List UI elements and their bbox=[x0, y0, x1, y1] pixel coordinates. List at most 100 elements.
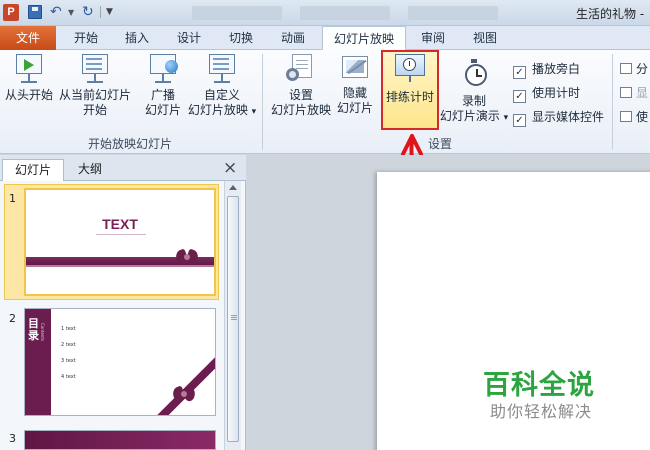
monitors-group-partial: 分 显 使 bbox=[620, 56, 650, 136]
contents-subheading: Contents bbox=[40, 323, 45, 341]
checkbox-use-timings[interactable]: ✓ 使用计时 bbox=[513, 84, 581, 103]
setup-label-line2: 幻灯片放映 bbox=[270, 103, 331, 117]
slide-number: 1 bbox=[9, 192, 16, 205]
show-on-option-partial[interactable]: 显 bbox=[620, 84, 650, 100]
undo-icon[interactable]: ↶ bbox=[50, 5, 62, 20]
group-divider bbox=[612, 54, 613, 150]
checkmark-icon[interactable]: ✓ bbox=[513, 114, 526, 127]
tab-view[interactable]: 视图 bbox=[462, 26, 508, 50]
checkmark-icon[interactable]: ✓ bbox=[513, 90, 526, 103]
watermark-title: 百科全说 bbox=[483, 370, 595, 401]
watermark-subtitle: 助你轻松解决 bbox=[490, 402, 593, 421]
tab-review[interactable]: 审阅 bbox=[410, 26, 456, 50]
hide-label-line1: 隐藏 bbox=[342, 86, 367, 100]
title-underline bbox=[96, 234, 146, 235]
monitor-icon bbox=[620, 63, 632, 74]
hide-label-line2: 幻灯片 bbox=[336, 101, 373, 115]
contents-heading: 目录 bbox=[28, 317, 39, 342]
custom-label-line1: 自定义 bbox=[203, 88, 240, 102]
unchecked-box-icon bbox=[620, 111, 632, 122]
chevron-down-icon[interactable]: ▾ bbox=[504, 113, 509, 123]
checkbox-media-controls-label: 显示媒体控件 bbox=[532, 110, 605, 124]
broadcast-slideshow-button[interactable]: 广播 幻灯片 bbox=[140, 54, 186, 118]
slide-title-text: TEXT bbox=[102, 216, 138, 232]
checkbox-narration[interactable]: ✓ 播放旁白 bbox=[513, 60, 581, 79]
tab-transitions[interactable]: 切换 bbox=[218, 26, 264, 50]
tab-home[interactable]: 开始 bbox=[62, 26, 110, 50]
blurred-window-tab bbox=[408, 6, 498, 20]
from-beginning-label: 从头开始 bbox=[4, 88, 53, 102]
record-slideshow-button[interactable]: 录制 幻灯片演示 ▾ bbox=[438, 54, 510, 126]
chevron-down-icon[interactable]: ▾ bbox=[252, 107, 257, 117]
group-label-start-show: 开始放映幻灯片 bbox=[88, 137, 173, 151]
hide-slide-icon bbox=[340, 54, 370, 82]
slideshow-current-icon bbox=[78, 54, 112, 84]
powerpoint-logo-icon[interactable]: P bbox=[3, 4, 19, 21]
checkbox-media-controls[interactable]: ✓ 显示媒体控件 bbox=[513, 108, 605, 127]
quick-access-divider bbox=[100, 6, 101, 18]
slide-thumbnail-3[interactable] bbox=[24, 430, 216, 450]
tab-insert[interactable]: 插入 bbox=[114, 26, 160, 50]
checkmark-icon[interactable]: ✓ bbox=[513, 66, 526, 79]
monitor-option-partial[interactable]: 分 bbox=[620, 60, 650, 76]
contents-item: 2 text bbox=[61, 342, 76, 348]
tab-slides[interactable]: 幻灯片 bbox=[2, 159, 65, 181]
broadcast-label-line1: 广播 bbox=[150, 88, 175, 102]
slide-thumbnail-2[interactable]: 目录 Contents 1 text 2 text 3 text 4 text bbox=[24, 308, 216, 416]
bow-decoration-icon bbox=[170, 385, 198, 403]
slides-scrollbar[interactable] bbox=[224, 181, 241, 450]
slide-thumbnail-1[interactable]: TEXT bbox=[24, 188, 216, 296]
tab-outline[interactable]: 大纲 bbox=[66, 159, 114, 181]
tab-design[interactable]: 设计 bbox=[166, 26, 212, 50]
from-current-label-line2: 开始 bbox=[82, 103, 107, 117]
contents-sidebar: 目录 Contents bbox=[25, 309, 51, 415]
window-title: 生活的礼物 - bbox=[576, 7, 645, 21]
title-bar: P ↶ ▼ ↻ ▼ 生活的礼物 - bbox=[0, 0, 650, 26]
undo-dropdown-icon[interactable]: ▼ bbox=[68, 5, 74, 20]
close-icon[interactable]: × bbox=[223, 159, 237, 177]
group-divider bbox=[262, 54, 263, 150]
tab-slideshow[interactable]: 幻灯片放映 bbox=[322, 26, 406, 51]
save-icon[interactable] bbox=[28, 5, 42, 19]
scroll-up-icon[interactable] bbox=[229, 185, 237, 190]
blurred-window-tab bbox=[300, 6, 390, 20]
custom-slideshow-button[interactable]: 自定义 幻灯片放映 ▾ bbox=[186, 54, 258, 120]
ribbon: 从头开始 从当前幻灯片 开始 广播 幻灯片 自定义 幻灯片放映 ▾ 开始放映幻灯… bbox=[0, 50, 650, 154]
display-icon bbox=[620, 87, 632, 98]
bow-decoration-icon bbox=[173, 248, 201, 266]
tab-animations[interactable]: 动画 bbox=[270, 26, 316, 50]
from-current-label-line1: 从当前幻灯片 bbox=[58, 88, 131, 102]
group-label-setup: 设置 bbox=[428, 137, 453, 151]
contents-item: 3 text bbox=[61, 358, 76, 364]
ribbon-tab-row: 文件 开始 插入 设计 切换 动画 幻灯片放映 审阅 视图 bbox=[0, 26, 650, 51]
slide-number: 3 bbox=[9, 432, 16, 445]
hide-slide-button[interactable]: 隐藏 幻灯片 bbox=[334, 54, 376, 116]
customize-quick-access-icon[interactable]: ▼ bbox=[106, 5, 113, 20]
tab-file[interactable]: 文件 bbox=[0, 26, 56, 50]
broadcast-globe-icon bbox=[146, 54, 180, 84]
scrollbar-thumb[interactable] bbox=[227, 196, 239, 442]
from-current-slide-button[interactable]: 从当前幻灯片 开始 bbox=[58, 54, 132, 118]
rehearse-label: 排练计时 bbox=[385, 90, 434, 104]
presenter-view-checkbox-partial[interactable]: 使 bbox=[620, 108, 650, 124]
broadcast-label-line2: 幻灯片 bbox=[144, 103, 181, 117]
rehearse-clock-icon bbox=[395, 54, 425, 82]
contents-item: 1 text bbox=[61, 326, 76, 332]
redo-icon[interactable]: ↻ bbox=[82, 5, 94, 20]
custom-label-line2: 幻灯片放映 ▾ bbox=[187, 103, 257, 117]
from-beginning-button[interactable]: 从头开始 bbox=[4, 54, 54, 103]
custom-slideshow-icon bbox=[205, 54, 239, 84]
setup-slideshow-button[interactable]: 设置 幻灯片放映 bbox=[270, 54, 332, 118]
checkbox-use-timings-label: 使用计时 bbox=[532, 86, 581, 100]
record-label-line2: 幻灯片演示 ▾ bbox=[439, 109, 509, 123]
checkbox-narration-label: 播放旁白 bbox=[532, 62, 581, 76]
slide-number: 2 bbox=[9, 312, 16, 325]
record-label-line1: 录制 bbox=[461, 94, 486, 108]
setup-label-line1: 设置 bbox=[288, 88, 313, 102]
rehearse-timings-button[interactable]: 排练计时 bbox=[383, 54, 437, 105]
setup-gear-icon bbox=[286, 54, 316, 84]
record-stopwatch-icon bbox=[459, 59, 489, 90]
slides-panel-tabs: 幻灯片 大纲 × bbox=[0, 155, 246, 181]
blurred-window-tab bbox=[192, 6, 282, 20]
contents-item: 4 text bbox=[61, 374, 76, 380]
